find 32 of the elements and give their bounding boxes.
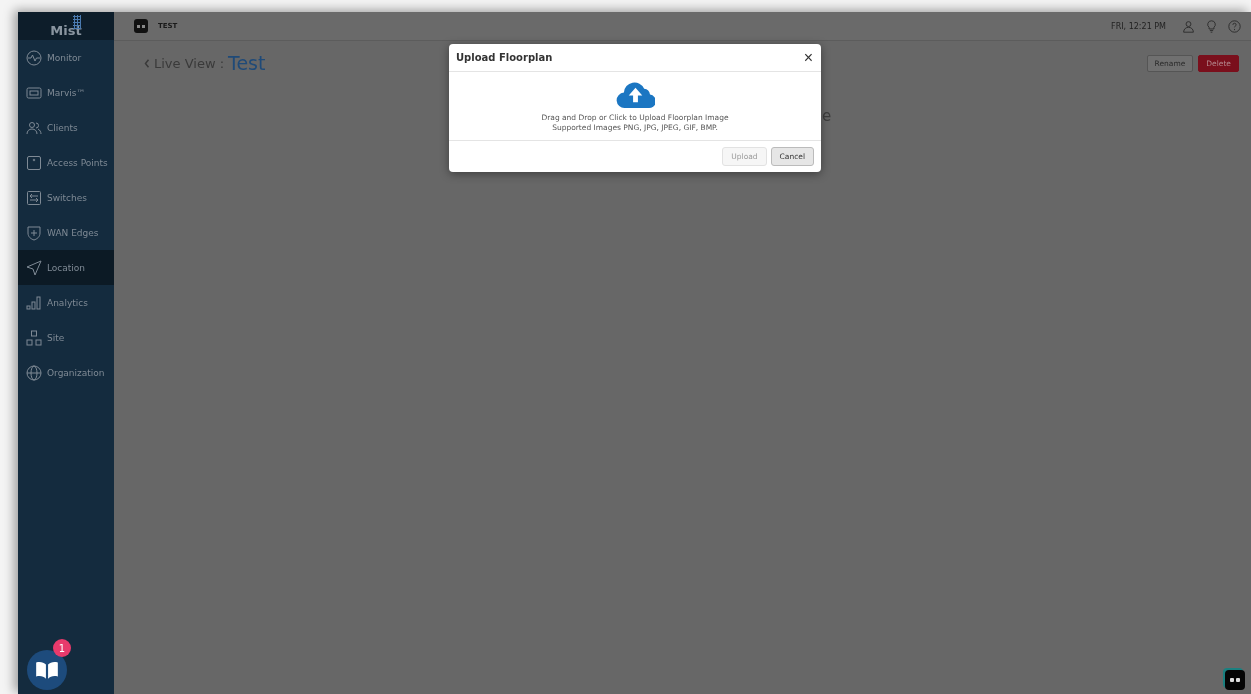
lightbulb-icon[interactable] [1205,19,1218,33]
cloud-upload-icon[interactable] [615,80,655,109]
chat-bot-icon [26,84,42,101]
nav-item[interactable]: Clients [18,110,114,145]
chevron-left-icon [144,58,150,68]
globe-icon [26,364,42,381]
robot-icon [134,19,148,33]
floorplan-title: Test [228,52,266,74]
hierarchy-icon [26,329,42,346]
nav-item[interactable]: Analytics [18,285,114,320]
nav-item[interactable]: WAN Edges [18,215,114,250]
people-icon [26,119,42,136]
nav-item[interactable]: Monitor [18,40,114,75]
close-button[interactable]: × [803,49,813,66]
bar-chart-icon [26,294,42,311]
nav-item[interactable]: Site [18,320,114,355]
modal-title: Upload Floorplan [456,52,553,63]
help-button[interactable] [27,650,67,690]
date-time: FRI, 12:21 PM [1111,21,1166,31]
nav-item[interactable]: Organization [18,355,114,390]
nav-item[interactable]: Location [18,250,114,285]
nav-item[interactable]: Switches [18,180,114,215]
user-icon[interactable] [1182,19,1195,33]
navigation-arrow-icon [26,259,42,276]
shield-plus-icon [26,224,42,241]
chatbot-icon[interactable] [1225,670,1245,690]
arrows-box-icon [26,189,42,206]
nav-item[interactable]: Access Points [18,145,114,180]
monitor-icon [26,49,42,66]
square-icon [26,154,42,171]
nav-item[interactable]: Marvis™ [18,75,114,110]
notification-badge: 1 [53,639,71,657]
